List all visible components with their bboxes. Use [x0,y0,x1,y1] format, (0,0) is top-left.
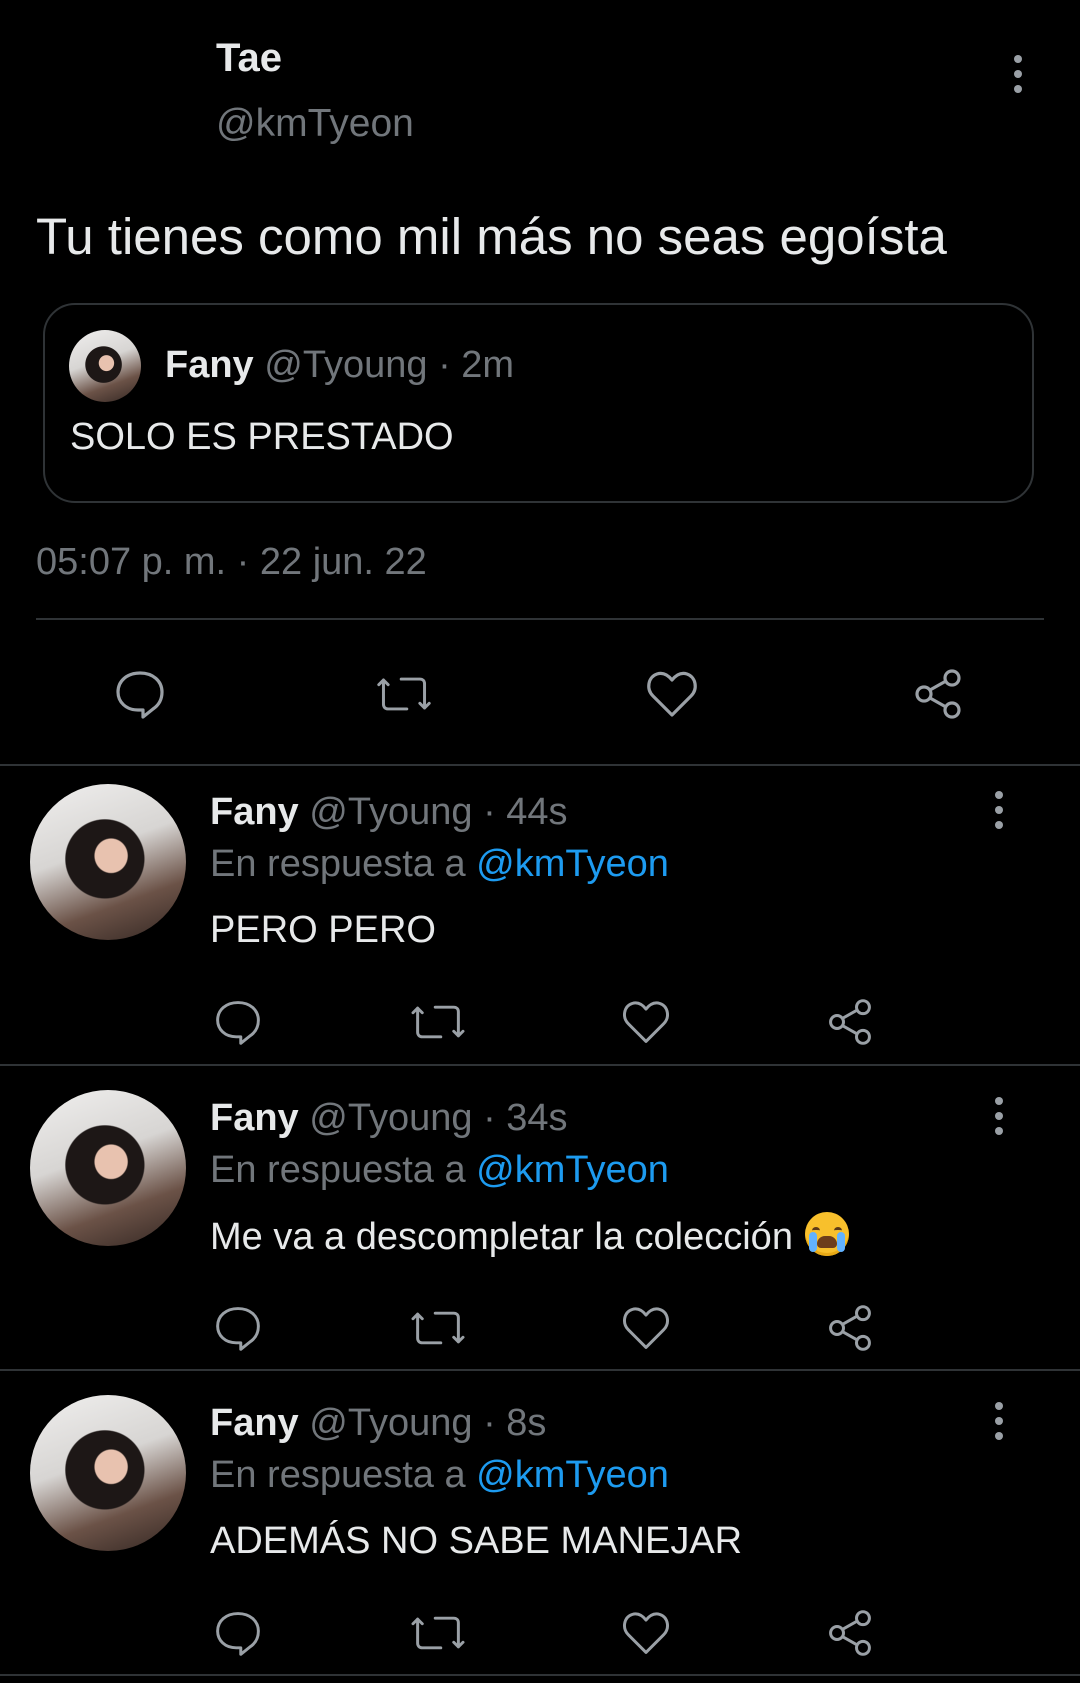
retweet-icon [411,1311,465,1345]
reply-tweet[interactable]: Fany @Tyoung · 34s En respuesta a @kmTye… [0,1072,1080,1378]
reply-icon [116,671,164,719]
replying-to-link[interactable]: @kmTyeon [476,843,669,885]
reply-author-handle[interactable]: @Tyoung [309,791,472,833]
retweet-icon [411,1005,465,1039]
more-options-icon [995,1402,1003,1440]
like-button[interactable] [644,666,700,722]
like-icon [623,1307,669,1349]
reply-button[interactable] [210,1300,266,1356]
conversation-divider-3 [0,1369,1080,1371]
main-tweet: Tae @kmTyeon Tu tienes como mil más no s… [0,0,1080,765]
reply-more-options-button[interactable] [977,1088,1021,1144]
reply-button[interactable] [112,666,168,722]
share-icon [915,669,961,719]
retweet-icon [377,677,431,711]
reply-action-bar [210,994,890,1052]
quoted-author-handle[interactable]: @Tyoung [264,344,427,386]
main-tweet-divider [36,618,1044,620]
reply-time: · 34s [483,1097,568,1139]
conversation-divider-4 [0,1674,1080,1676]
conversation-divider-2 [0,1064,1080,1066]
replying-prefix: En respuesta a [210,1149,466,1191]
quoted-time: · 2m [438,344,515,386]
quoted-author-avatar[interactable] [69,330,141,402]
retweet-button[interactable] [410,1300,466,1356]
reply-time: · 8s [483,1402,547,1444]
share-button[interactable] [822,1605,878,1661]
quoted-tweet-text: SOLO ES PRESTADO [70,416,454,458]
like-icon [647,671,697,717]
reply-text: ADEMÁS NO SABE MANEJAR [210,1520,743,1562]
reply-tweet[interactable]: Fany @Tyoung · 8s En respuesta a @kmTyeo… [0,1377,1080,1683]
replying-to-link[interactable]: @kmTyeon [476,1149,669,1191]
share-icon [829,1305,871,1351]
like-button[interactable] [618,1605,674,1661]
author-name[interactable]: Tae [216,34,282,82]
reply-button[interactable] [210,1605,266,1661]
reply-button[interactable] [210,994,266,1050]
reply-author-name[interactable]: Fany [210,1097,299,1139]
tweet-text: Tu tienes como mil más no seas egoísta [36,208,947,265]
retweet-button[interactable] [410,1605,466,1661]
share-icon [829,1610,871,1656]
replying-prefix: En respuesta a [210,1454,466,1496]
like-button[interactable] [618,994,674,1050]
more-options-icon [1014,55,1022,93]
reply-avatar[interactable] [30,1395,186,1551]
reply-author-handle[interactable]: @Tyoung [309,1097,472,1139]
like-icon [623,1001,669,1043]
share-button[interactable] [822,994,878,1050]
reply-tweet[interactable]: Fany @Tyoung · 44s En respuesta a @kmTye… [0,766,1080,1072]
reply-more-options-button[interactable] [977,782,1021,838]
reply-icon [216,1307,260,1351]
share-button[interactable] [822,1300,878,1356]
reply-icon [216,1612,260,1656]
quoted-author-name[interactable]: Fany [165,344,254,386]
reply-author-handle[interactable]: @Tyoung [309,1402,472,1444]
reply-text: Me va a descompletar la colección [210,1216,793,1258]
author-handle[interactable]: @kmTyeon [216,100,414,148]
reply-action-bar [210,1300,890,1358]
reply-avatar[interactable] [30,784,186,940]
replying-to-link[interactable]: @kmTyeon [476,1454,669,1496]
reply-author-name[interactable]: Fany [210,1402,299,1444]
retweet-icon [411,1616,465,1650]
reply-author-name[interactable]: Fany [210,791,299,833]
share-icon [829,999,871,1045]
main-action-bar [0,658,1080,730]
retweet-button[interactable] [376,666,432,722]
tweet-timestamp: 05:07 p. m. · 22 jun. 22 [36,541,427,583]
like-icon [623,1612,669,1654]
reply-action-bar [210,1605,890,1663]
more-options-icon [995,791,1003,829]
quoted-tweet-card[interactable]: Fany @Tyoung · 2m SOLO ES PRESTADO [43,303,1034,503]
more-options-button[interactable] [996,46,1040,102]
reply-text: PERO PERO [210,909,436,951]
reply-more-options-button[interactable] [977,1393,1021,1449]
like-button[interactable] [618,1300,674,1356]
share-button[interactable] [910,666,966,722]
author-avatar[interactable] [36,24,192,180]
reply-time: · 44s [483,791,568,833]
reply-text-container: Me va a descompletar la colección [210,1212,849,1261]
retweet-button[interactable] [410,994,466,1050]
crying-face-emoji [804,1212,849,1256]
replying-prefix: En respuesta a [210,843,466,885]
reply-icon [216,1001,260,1045]
more-options-icon [995,1097,1003,1135]
reply-avatar[interactable] [30,1090,186,1246]
